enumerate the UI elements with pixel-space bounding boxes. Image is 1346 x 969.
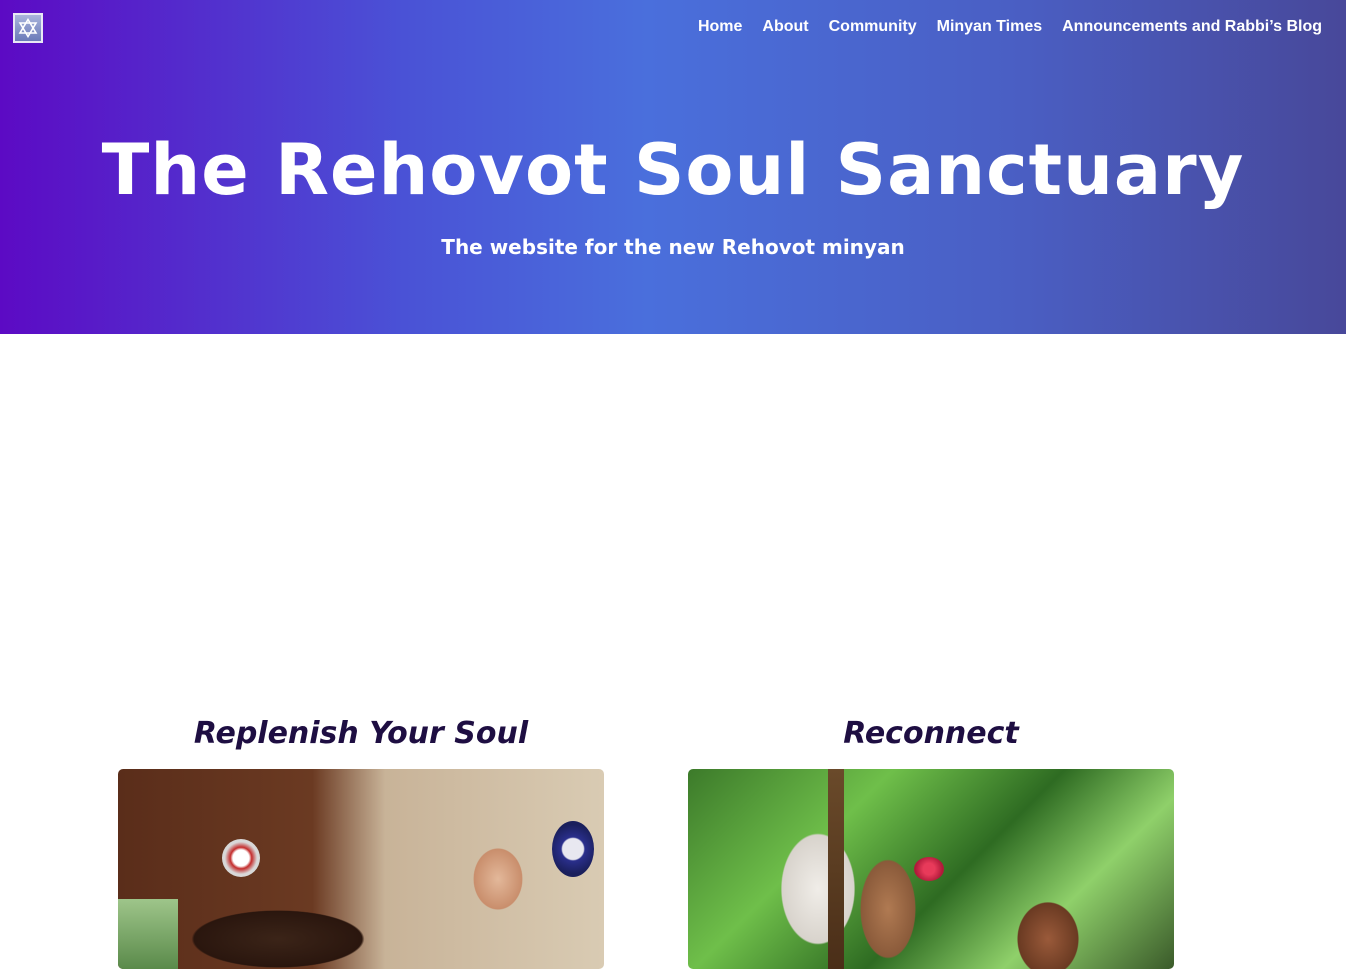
wall-plate-detail: [222, 839, 260, 877]
site-title: The Rehovot Soul Sanctuary: [101, 129, 1245, 211]
nav-community-link[interactable]: Community: [829, 17, 917, 37]
site-subtitle: The website for the new Rehovot minyan: [441, 235, 905, 259]
wall-clock-detail: [552, 821, 594, 877]
card-replenish: Replenish Your Soul: [118, 712, 604, 969]
nav-about-link[interactable]: About: [762, 17, 808, 37]
card-reconnect: Reconnect: [688, 712, 1174, 969]
star-of-david-icon: [18, 18, 38, 38]
nav-minyan-times-link[interactable]: Minyan Times: [937, 17, 1043, 37]
wooden-beam-detail: [828, 769, 844, 969]
card-heading: Reconnect: [843, 716, 1019, 751]
shofar-photo: [118, 769, 604, 969]
main-nav: Home About Community Minyan Times Announ…: [698, 17, 1322, 37]
nav-home-link[interactable]: Home: [698, 17, 742, 37]
window-detail: [118, 899, 178, 969]
hero-header: Home About Community Minyan Times Announ…: [0, 0, 1346, 334]
site-logo[interactable]: [13, 13, 43, 43]
nav-announcements-link[interactable]: Announcements and Rabbi’s Blog: [1062, 17, 1322, 37]
card-heading: Replenish Your Soul: [193, 716, 529, 751]
rainforest-photo: [688, 769, 1174, 969]
flower-detail: [914, 857, 944, 881]
